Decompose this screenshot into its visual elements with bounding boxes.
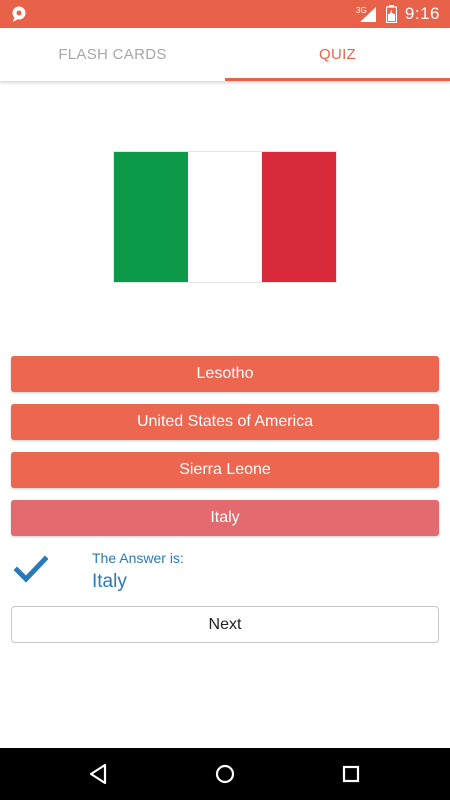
flag-stripe-red [262, 152, 336, 282]
chat-bubble-icon [12, 6, 26, 22]
answer-button-usa[interactable]: United States of America [11, 404, 439, 440]
answer-value: Italy [92, 571, 127, 592]
recent-apps-icon[interactable] [337, 760, 365, 788]
tab-flash-cards[interactable]: FLASH CARDS [0, 28, 225, 81]
network-label: 3G [356, 6, 367, 15]
italy-flag-image [113, 151, 337, 283]
tab-bar: FLASH CARDS QUIZ [0, 28, 450, 81]
answer-label: The Answer is: [92, 550, 184, 566]
answer-button-lesotho[interactable]: Lesotho [11, 356, 439, 392]
active-tab-indicator [225, 78, 450, 81]
answer-button-sierra-leone[interactable]: Sierra Leone [11, 452, 439, 488]
signal-icon: 3G [356, 6, 376, 22]
next-button[interactable]: Next [11, 606, 439, 643]
flag-stripe-white [188, 152, 262, 282]
status-time: 9:16 [404, 4, 440, 23]
flag-stripe-green [114, 152, 188, 282]
checkmark-icon [14, 555, 48, 583]
navigation-bar [0, 748, 450, 800]
back-icon[interactable] [85, 760, 113, 788]
status-bar: 3G 9:16 [0, 0, 450, 28]
home-icon[interactable] [211, 760, 239, 788]
battery-icon [385, 5, 397, 23]
answer-button-italy[interactable]: Italy [11, 500, 439, 536]
tab-quiz[interactable]: QUIZ [225, 28, 450, 81]
